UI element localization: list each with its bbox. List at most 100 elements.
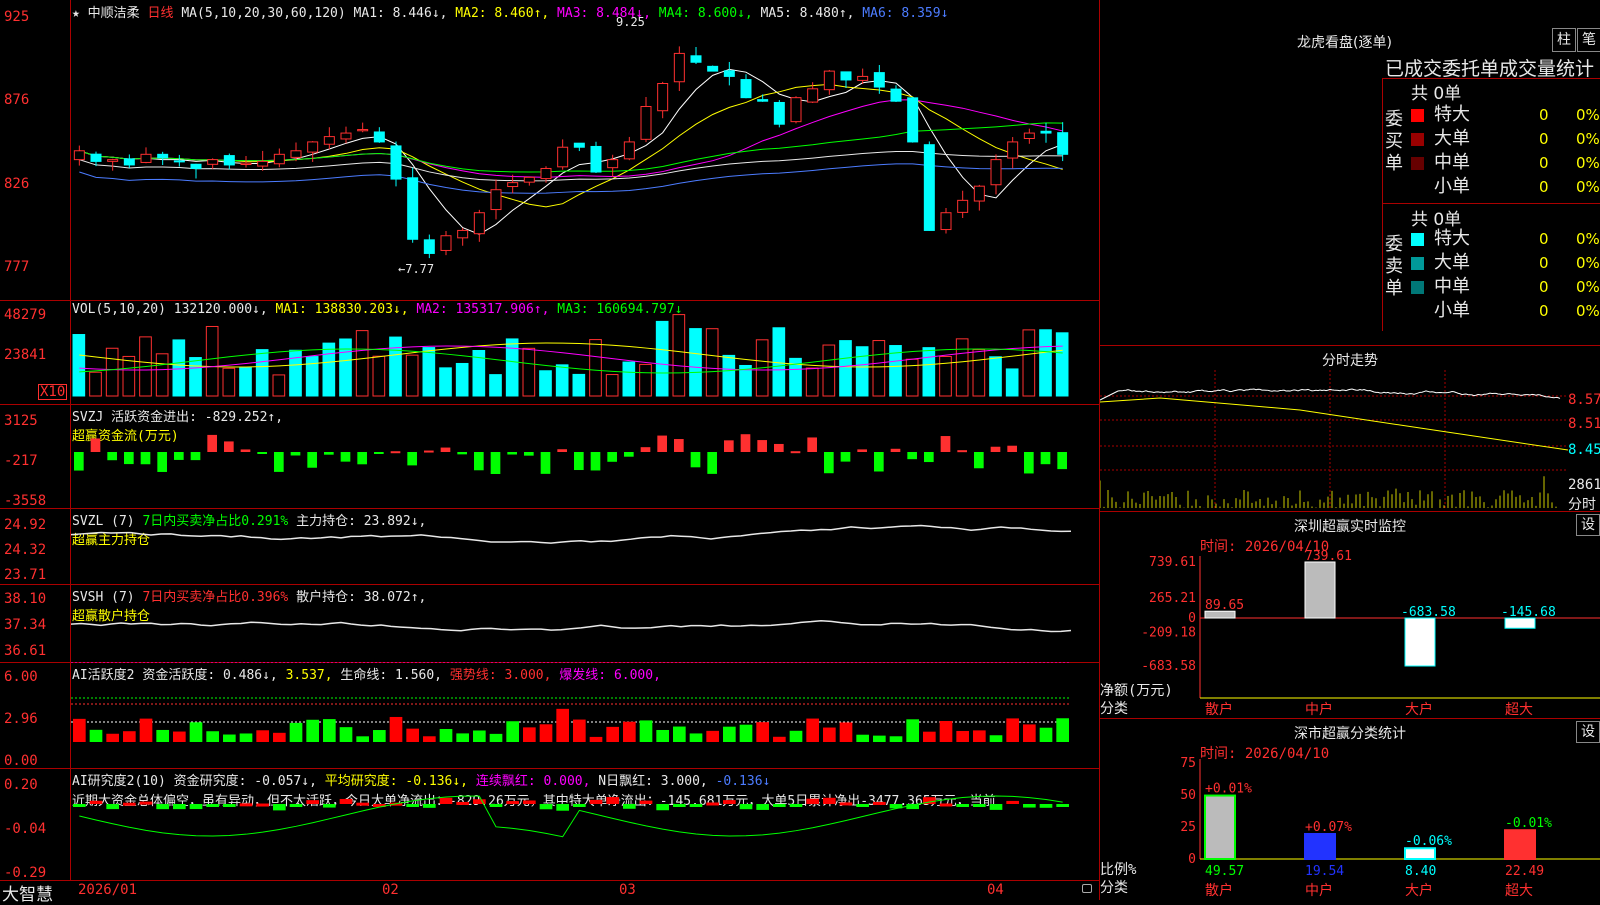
- volume-bar: [272, 374, 286, 397]
- classify-bar-chart[interactable]: 75 50 25 0 +0.01% 49.57 散户 +0.07% 19.54 中户 -0.06% 8…: [1100, 719, 1600, 900]
- classify-change-label: -0.06%: [1405, 834, 1452, 849]
- activity-bar: [156, 729, 169, 742]
- candle-body: [223, 155, 235, 166]
- flow-bar: [440, 447, 451, 452]
- activity-bar: [489, 733, 503, 742]
- flow-bar: [207, 434, 217, 452]
- intraday-panel[interactable]: 分时走势 8.57 8.51 8.45 2861 分时: [1100, 346, 1600, 513]
- research-bar: [756, 804, 769, 810]
- candle-body: [673, 52, 685, 83]
- flow-bar: [107, 452, 117, 461]
- svzj-chart[interactable]: [71, 404, 1099, 508]
- candle-body: [590, 145, 602, 173]
- bar-mode-button[interactable]: 柱: [1552, 28, 1576, 52]
- flow-bar: [640, 447, 651, 452]
- volume-bar: [155, 353, 169, 397]
- research-bar: [689, 804, 703, 807]
- research-bar: [189, 804, 203, 810]
- volume-bar: [222, 367, 236, 397]
- monitor-bar-chart[interactable]: 739.61 265.21 0-209.18 -683.58 89.65 散户 739.61…: [1100, 512, 1600, 718]
- candle-body: [723, 70, 735, 77]
- research-bar: [239, 803, 253, 807]
- monitor-ytick: 265.21: [1149, 591, 1196, 606]
- price-panel[interactable]: 925 876 826 777 ★ 中顺洁柔 日线 MA(5,10,20,30,…: [0, 0, 1099, 301]
- flow-bar: [1040, 452, 1051, 465]
- candle-body: [307, 141, 319, 153]
- flow-bar: [957, 450, 967, 453]
- activity-bar: [206, 731, 219, 742]
- candle-body: [857, 75, 869, 81]
- ai-research-chart[interactable]: [71, 768, 1099, 880]
- activity-bar: [589, 736, 603, 742]
- activity-bar: [1039, 727, 1053, 742]
- buy-side-label: 委买单: [1385, 109, 1403, 174]
- order-count: 0: [1539, 254, 1549, 272]
- svsh-panel[interactable]: 38.10 37.34 36.61 SVSH (7) 7日内买卖净占比0.396…: [0, 584, 1099, 663]
- volume-bar: [72, 334, 86, 397]
- order-color-swatch: [1411, 156, 1424, 170]
- volume-bar: [372, 355, 386, 397]
- candle-body: [257, 160, 269, 167]
- volume-chart[interactable]: [71, 300, 1099, 404]
- activity-bar: [506, 721, 519, 742]
- svzl-chart[interactable]: [71, 508, 1099, 584]
- activity-bar: [973, 730, 986, 742]
- research-bar: [439, 797, 453, 804]
- realtime-monitor-panel[interactable]: 深圳超赢实时监控 设 时间: 2026/04/10 739.61 265.21 0-…: [1100, 512, 1600, 719]
- research-bar: [823, 797, 836, 804]
- flow-bar: [157, 452, 167, 472]
- activity-bar: [523, 727, 536, 742]
- volume-bar: [989, 356, 1002, 397]
- ai-research-tick: 0.20: [4, 777, 38, 793]
- intraday-chart[interactable]: [1100, 370, 1568, 510]
- volume-bar: [539, 370, 552, 397]
- flow-bar: [924, 452, 934, 463]
- activity-bar: [306, 719, 319, 742]
- svsh-chart[interactable]: [71, 584, 1099, 662]
- svzj-tick: -3558: [4, 493, 47, 509]
- research-bar: [423, 804, 436, 808]
- volume-panel[interactable]: 48279 23841 X10 VOL(5,10,20) 132120.000↓…: [0, 300, 1099, 405]
- ai-research-panel[interactable]: 0.20 -0.04 -0.29 AI研究度2(10) 资金研究度: -0.05…: [0, 768, 1099, 881]
- activity-bar: [573, 719, 586, 742]
- svzj-panel[interactable]: 3125 -217 -3558 SVZJ 活跃资金进出: -829.252↑, …: [0, 404, 1099, 509]
- candlestick-chart[interactable]: [71, 0, 1099, 300]
- monitor-ytick: 0: [1188, 611, 1196, 626]
- flow-bar: [790, 451, 801, 454]
- volume-bar: [439, 367, 452, 397]
- research-bar: [273, 804, 286, 811]
- classify-panel[interactable]: 深市超赢分类统计 设 时间: 2026/04/10 75 50 25 0 +0.01% 4…: [1100, 719, 1600, 900]
- order-count: 0: [1539, 154, 1549, 172]
- ai-research-tick: -0.04: [4, 821, 47, 837]
- intraday-title: 分时走势: [1322, 353, 1378, 369]
- lock-icon[interactable]: [1082, 884, 1092, 893]
- ai-activity-chart[interactable]: [71, 662, 1099, 768]
- activity-bar: [356, 736, 369, 742]
- flow-bar: [140, 452, 151, 465]
- ai-activity-panel[interactable]: 6.00 2.96 0.00 AI活跃度2 资金活跃度: 0.486↓, 3.5…: [0, 662, 1099, 769]
- svsh-axis: 38.10 37.34 36.61: [0, 584, 71, 662]
- classify-bar: [1204, 794, 1236, 860]
- svzl-tick: 24.92: [4, 517, 47, 533]
- classify-change-label: +0.01%: [1205, 782, 1252, 797]
- candle-body: [340, 132, 352, 140]
- research-bar: [323, 804, 336, 808]
- research-bar: [489, 804, 503, 807]
- date-axis: 大智慧 2026/01 02 03 04: [0, 880, 1099, 905]
- volume-bar: [572, 373, 586, 397]
- candle-body: [73, 150, 85, 161]
- activity-bar: [223, 734, 236, 742]
- ai-research-axis: 0.20 -0.04 -0.29: [0, 768, 71, 880]
- flow-bar: [724, 440, 734, 452]
- activity-bar: [73, 718, 86, 742]
- volume-bar: [972, 349, 986, 397]
- activity-bar: [139, 718, 153, 742]
- research-bar: [306, 800, 319, 804]
- tick-mode-button[interactable]: 笔: [1577, 28, 1600, 52]
- svzl-panel[interactable]: 24.92 24.32 23.71 SVZL (7) 7日内买卖净占比0.291…: [0, 508, 1099, 585]
- activity-bar: [773, 736, 786, 742]
- flow-bar: [224, 441, 234, 452]
- research-line: [79, 795, 1063, 838]
- flow-bar: [490, 452, 501, 474]
- ai-activity-tick: 6.00: [4, 669, 38, 685]
